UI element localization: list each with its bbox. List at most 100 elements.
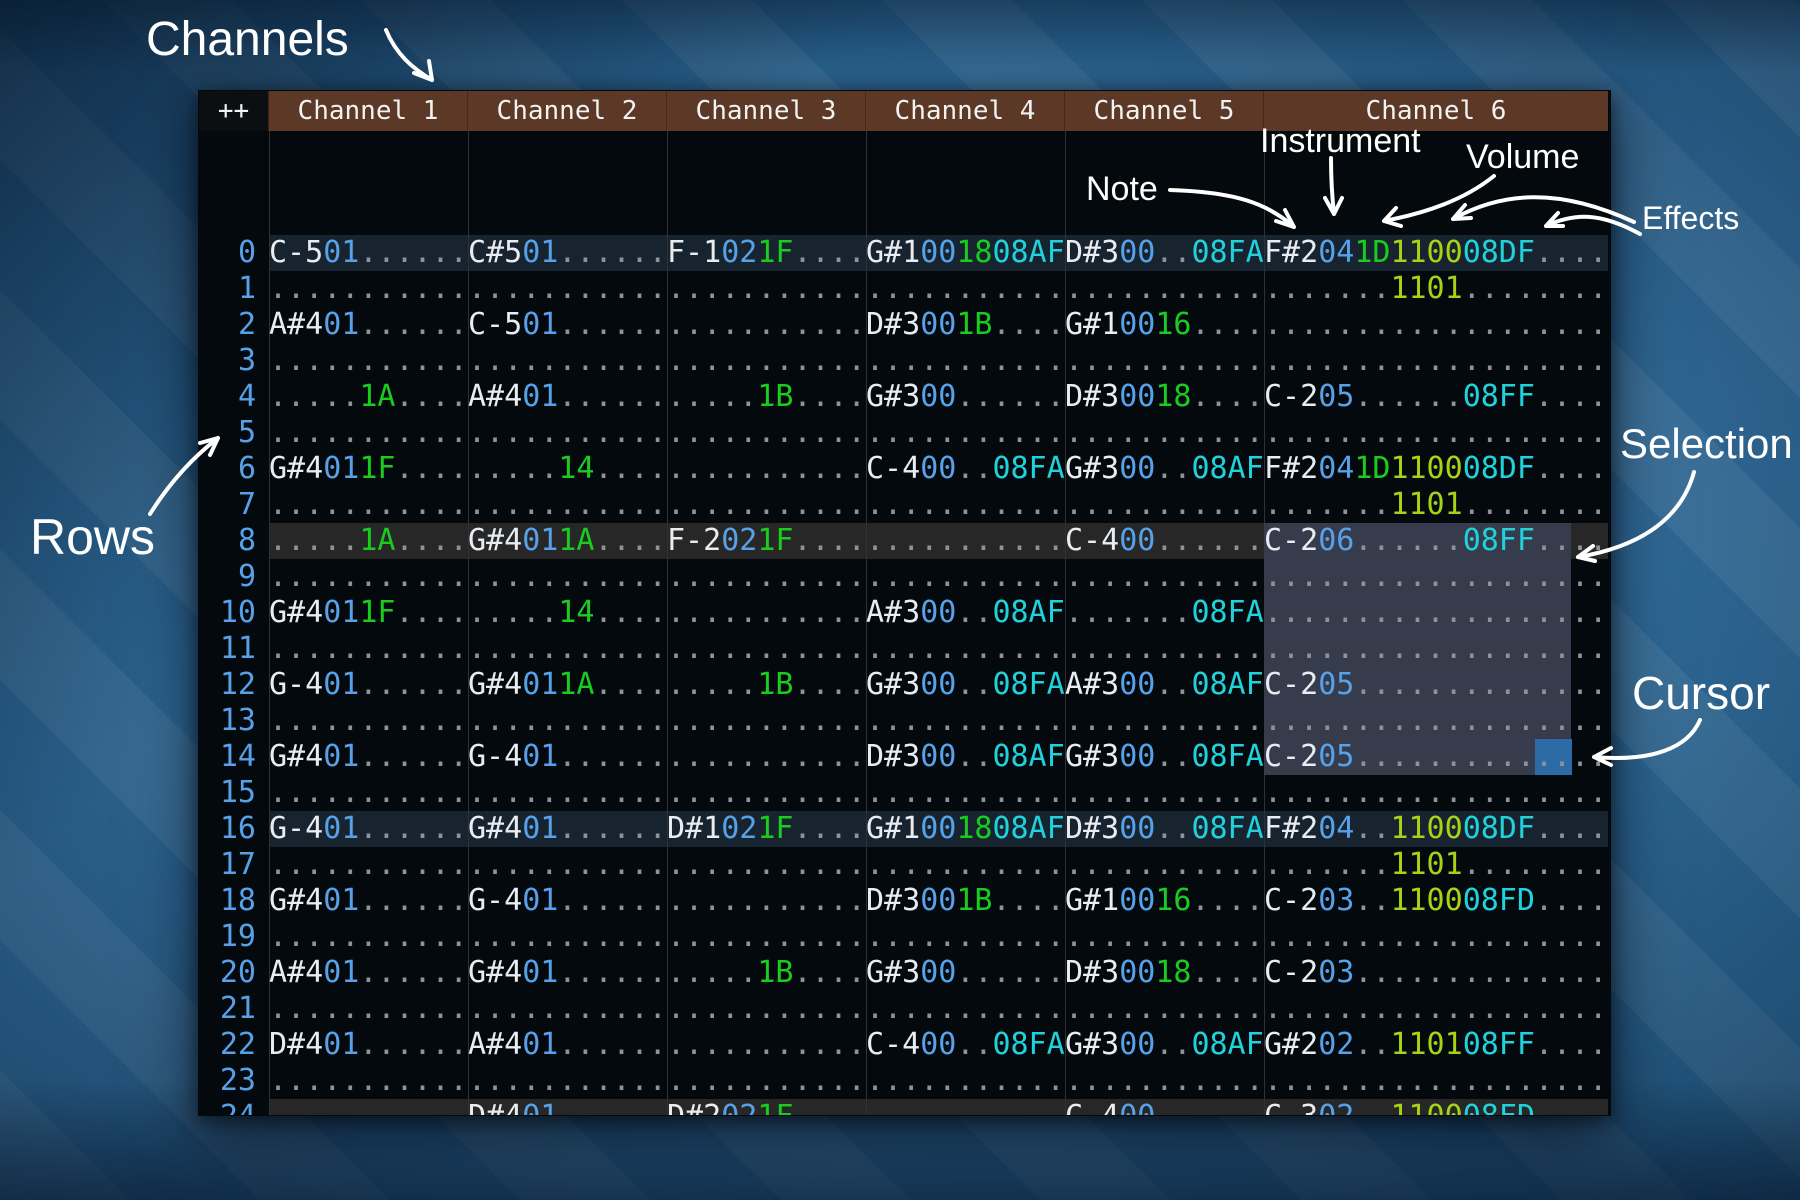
pattern-cell-ch3[interactable]: ...........	[667, 595, 866, 631]
channel-header-5[interactable]: Channel 5	[1065, 91, 1264, 131]
pattern-cell-ch6[interactable]: ...................	[1264, 1063, 1608, 1099]
pattern-cell-ch3[interactable]: ...........	[667, 415, 866, 451]
pattern-cell-ch6[interactable]: C-205..............	[1264, 667, 1608, 703]
pattern-cell-ch4[interactable]: G#300..08FA	[866, 667, 1065, 703]
pattern-cell-ch4[interactable]: C-400..08FA	[866, 451, 1065, 487]
pattern-cell-ch6[interactable]: C-203..............	[1264, 955, 1608, 991]
pattern-row-14[interactable]: 14G#401......G-401.................D#300…	[199, 739, 1608, 775]
pattern-cell-ch1[interactable]: ...........	[269, 703, 468, 739]
pattern-cell-ch5[interactable]: ...........	[1065, 703, 1264, 739]
pattern-cell-ch1[interactable]: G#401......	[269, 883, 468, 919]
pattern-cell-ch2[interactable]: ...........	[468, 919, 667, 955]
pattern-cell-ch5[interactable]: D#300..08FA	[1065, 811, 1264, 847]
pattern-cell-ch6[interactable]: ...................	[1264, 595, 1608, 631]
pattern-cell-ch3[interactable]: ...........	[667, 559, 866, 595]
pattern-cell-ch4[interactable]: D#3001B....	[866, 307, 1065, 343]
pattern-cell-ch2[interactable]: ...........	[468, 415, 667, 451]
pattern-cell-ch6[interactable]: ...................	[1264, 343, 1608, 379]
pattern-cell-ch1[interactable]: ...........	[269, 991, 468, 1027]
pattern-cell-ch1[interactable]: D#401......	[269, 1027, 468, 1063]
pattern-row-17[interactable]: 17......................................…	[199, 847, 1608, 883]
pattern-row-8[interactable]: 8.....1A....G#4011A....F-2021F..........…	[199, 523, 1608, 559]
pattern-cell-ch5[interactable]: D#30018....	[1065, 379, 1264, 415]
pattern-row-15[interactable]: 15......................................…	[199, 775, 1608, 811]
pattern-cell-ch2[interactable]: ...........	[468, 703, 667, 739]
pattern-cell-ch5[interactable]: G#300..08AF	[1065, 451, 1264, 487]
pattern-cell-ch6[interactable]: ...................	[1264, 703, 1608, 739]
pattern-cell-ch4[interactable]: D#300..08AF	[866, 739, 1065, 775]
pattern-cell-ch1[interactable]: G#4011F....	[269, 451, 468, 487]
pattern-cell-ch5[interactable]: ...........	[1065, 415, 1264, 451]
pattern-cell-ch2[interactable]: G-401......	[468, 883, 667, 919]
pattern-cell-ch2[interactable]: ...........	[468, 559, 667, 595]
pattern-cell-ch1[interactable]: G#4011F....	[269, 595, 468, 631]
pattern-cell-ch6[interactable]: C-205..............	[1264, 739, 1608, 775]
pattern-cell-ch3[interactable]: ...........	[667, 703, 866, 739]
pattern-cell-ch2[interactable]: G-401......	[468, 739, 667, 775]
pattern-cell-ch2[interactable]: ...........	[468, 1063, 667, 1099]
pattern-cell-ch2[interactable]: D#401......	[468, 1099, 667, 1115]
pattern-cell-ch3[interactable]: .....1B....	[667, 379, 866, 415]
pattern-cell-ch5[interactable]: ...........	[1065, 631, 1264, 667]
pattern-row-13[interactable]: 13......................................…	[199, 703, 1608, 739]
pattern-cell-ch5[interactable]: G#300..08AF	[1065, 1027, 1264, 1063]
pattern-cell-ch4[interactable]: ...........	[866, 523, 1065, 559]
pattern-cell-ch4[interactable]: ...........	[866, 415, 1065, 451]
pattern-cell-ch5[interactable]: ...........	[1065, 991, 1264, 1027]
pattern-cell-ch1[interactable]: G-401......	[269, 667, 468, 703]
pattern-row-19[interactable]: 19......................................…	[199, 919, 1608, 955]
pattern-row-6[interactable]: 6G#4011F.........14...............C-400.…	[199, 451, 1608, 487]
pattern-cell-ch3[interactable]: ...........	[667, 775, 866, 811]
pattern-row-5[interactable]: 5.......................................…	[199, 415, 1608, 451]
pattern-cell-ch2[interactable]: G#401......	[468, 955, 667, 991]
pattern-cell-ch3[interactable]: D#2021F....	[667, 1099, 866, 1115]
pattern-cell-ch3[interactable]: ...........	[667, 271, 866, 307]
pattern-cell-ch2[interactable]: ...........	[468, 343, 667, 379]
pattern-cell-ch5[interactable]: D#300..08FA	[1065, 235, 1264, 271]
channel-header-2[interactable]: Channel 2	[468, 91, 667, 131]
pattern-cell-ch4[interactable]: ...........	[866, 1063, 1065, 1099]
pattern-cell-ch2[interactable]: C-501......	[468, 307, 667, 343]
pattern-cell-ch4[interactable]: C-400..08FA	[866, 1027, 1065, 1063]
pattern-cell-ch6[interactable]: F#2041D110008DF....	[1264, 235, 1608, 271]
pattern-cell-ch3[interactable]: ...........	[667, 307, 866, 343]
pattern-cell-ch3[interactable]: ...........	[667, 631, 866, 667]
pattern-cell-ch1[interactable]: ...........	[269, 271, 468, 307]
pattern-row-3[interactable]: 3.......................................…	[199, 343, 1608, 379]
pattern-cell-ch2[interactable]: ...........	[468, 775, 667, 811]
pattern-row-20[interactable]: 20A#401......G#401...........1B....G#300…	[199, 955, 1608, 991]
pattern-cell-ch6[interactable]: .......1101........	[1264, 487, 1608, 523]
pattern-cell-ch3[interactable]: ...........	[667, 1063, 866, 1099]
pattern-cell-ch4[interactable]: ...........	[866, 703, 1065, 739]
pattern-cell-ch2[interactable]: G#4011A....	[468, 667, 667, 703]
pattern-editor[interactable]: 0C-501......C#501......F-1021F....G#1001…	[199, 131, 1608, 1115]
pattern-cell-ch2[interactable]: A#401......	[468, 1027, 667, 1063]
pattern-cell-ch3[interactable]: F-2021F....	[667, 523, 866, 559]
pattern-cell-ch1[interactable]: ...........	[269, 775, 468, 811]
pattern-row-16[interactable]: 16G-401......G#401......D#1021F....G#100…	[199, 811, 1608, 847]
pattern-row-12[interactable]: 12G-401......G#4011A.........1B....G#300…	[199, 667, 1608, 703]
pattern-cell-ch6[interactable]: .......1101........	[1264, 271, 1608, 307]
pattern-cell-ch3[interactable]: ...........	[667, 451, 866, 487]
pattern-cell-ch1[interactable]: ...........	[269, 1099, 468, 1115]
pattern-cell-ch6[interactable]: G#202..110108FF....	[1264, 1027, 1608, 1063]
pattern-cell-ch2[interactable]: ...........	[468, 271, 667, 307]
pattern-cell-ch5[interactable]: ...........	[1065, 487, 1264, 523]
pattern-cell-ch1[interactable]: G#401......	[269, 739, 468, 775]
pattern-cell-ch1[interactable]: A#401......	[269, 955, 468, 991]
pattern-row-10[interactable]: 10G#4011F.........14...............A#300…	[199, 595, 1608, 631]
pattern-cell-ch4[interactable]: ...........	[866, 991, 1065, 1027]
pattern-cell-ch3[interactable]: D#1021F....	[667, 811, 866, 847]
pattern-row-9[interactable]: 9.......................................…	[199, 559, 1608, 595]
pattern-row-21[interactable]: 21......................................…	[199, 991, 1608, 1027]
pattern-cell-ch6[interactable]: C-203..110008FD....	[1264, 883, 1608, 919]
pattern-cell-ch3[interactable]: ...........	[667, 847, 866, 883]
pattern-cell-ch5[interactable]: C-400......	[1065, 523, 1264, 559]
pattern-cell-ch6[interactable]: C-205......08FF....	[1264, 379, 1608, 415]
pattern-cell-ch4[interactable]: ...........	[866, 271, 1065, 307]
pattern-cell-ch5[interactable]: D#30018....	[1065, 955, 1264, 991]
pattern-cell-ch2[interactable]: .....14....	[468, 451, 667, 487]
pattern-row-22[interactable]: 22D#401......A#401.................C-400…	[199, 1027, 1608, 1063]
pattern-cell-ch6[interactable]: ...................	[1264, 775, 1608, 811]
pattern-cell-ch2[interactable]: G#401......	[468, 811, 667, 847]
